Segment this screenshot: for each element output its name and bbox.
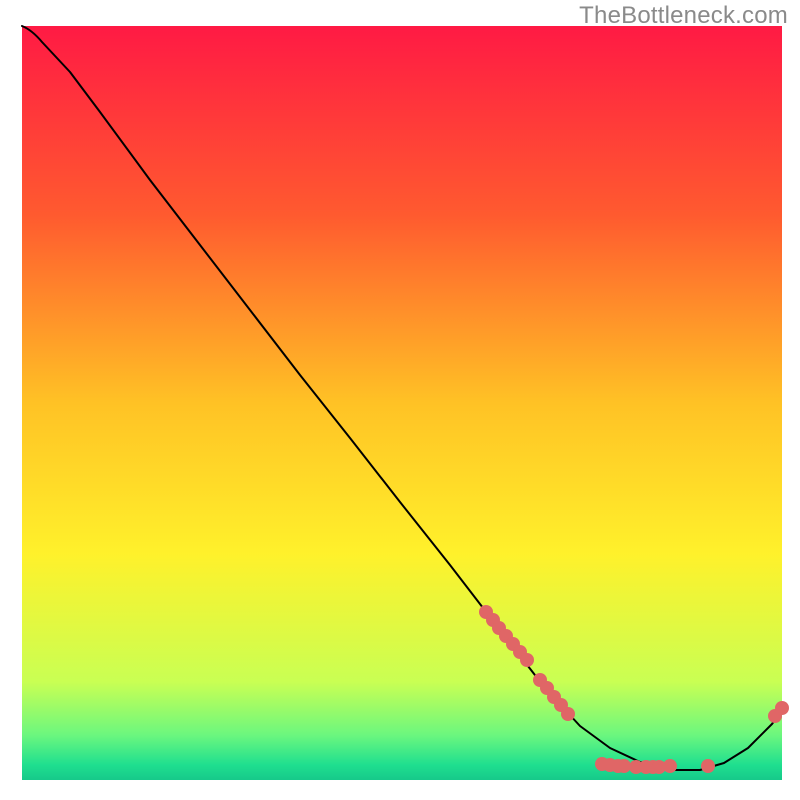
scatter-point <box>520 653 534 667</box>
plot-background <box>22 26 782 780</box>
scatter-point <box>561 707 575 721</box>
scatter-point <box>663 759 677 773</box>
scatter-point <box>701 759 715 773</box>
chart-container: TheBottleneck.com <box>0 0 800 800</box>
scatter-point <box>775 701 789 715</box>
watermark-text: TheBottleneck.com <box>579 2 788 30</box>
bottleneck-chart <box>0 0 800 800</box>
scatter-point <box>617 759 631 773</box>
